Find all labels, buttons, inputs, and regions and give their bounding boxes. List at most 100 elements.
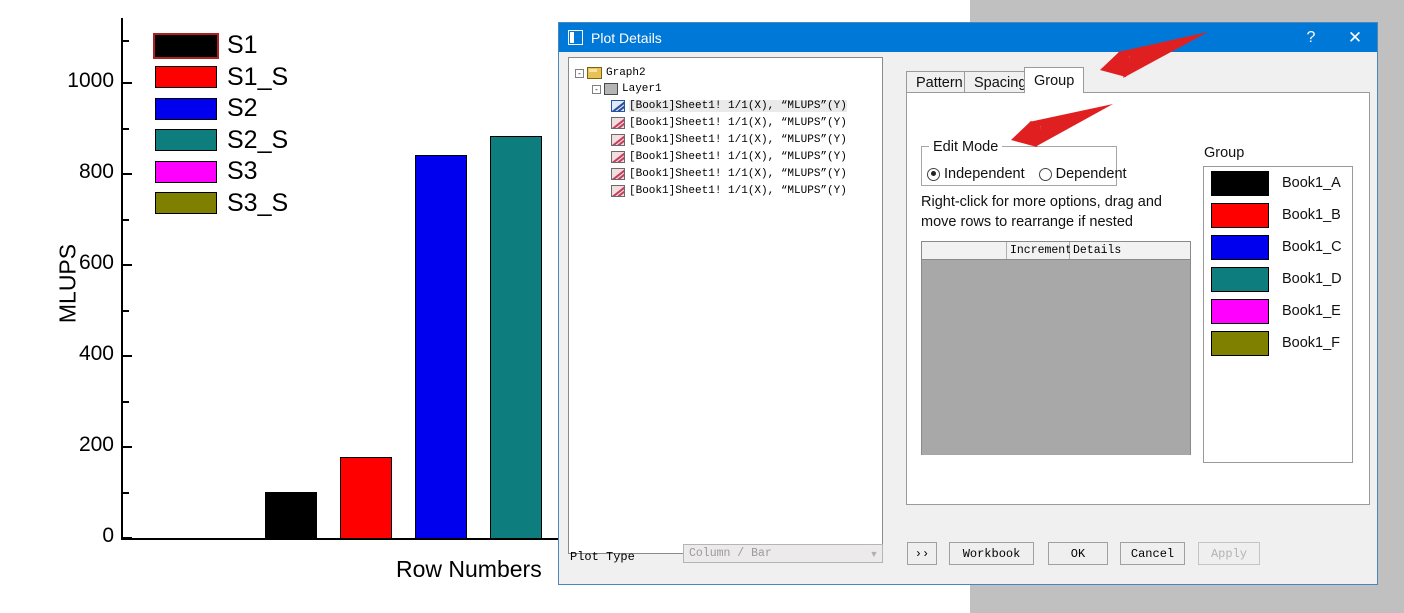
- close-icon[interactable]: ✕: [1333, 23, 1377, 52]
- increment-table-body[interactable]: [922, 260, 1190, 455]
- group-swatch-b[interactable]: [1211, 202, 1269, 228]
- group-swatch-a[interactable]: [1211, 170, 1269, 196]
- plot-icon[interactable]: [611, 117, 625, 129]
- chevron-down-icon: ▼: [869, 548, 879, 559]
- group-swatch-f[interactable]: [1211, 330, 1269, 356]
- tree-label-graph: Graph2: [606, 67, 646, 79]
- radio-dependent-label: Dependent: [1055, 166, 1127, 182]
- legend-swatch-s3[interactable]: [155, 160, 217, 183]
- y-label-800: 800: [78, 160, 114, 183]
- tree-label-plot: [Book1]Sheet1! 1/1(X), “MLUPS”(Y): [629, 151, 847, 163]
- group-swatch-c[interactable]: [1211, 234, 1269, 260]
- tree-node-plot[interactable]: [Book1]Sheet1! 1/1(X), “MLUPS”(Y): [575, 184, 882, 198]
- cancel-button[interactable]: Cancel: [1120, 542, 1185, 565]
- bar-s1[interactable]: [265, 492, 317, 539]
- legend-item[interactable]: S2_S: [155, 125, 288, 157]
- hint-line-1: Right-click for more options, drag and: [921, 194, 1162, 210]
- plot-type-value: Column / Bar: [689, 547, 772, 560]
- radio-dependent[interactable]: Dependent: [1038, 166, 1127, 182]
- apply-button: Apply: [1198, 542, 1260, 565]
- legend-item[interactable]: S1_S: [155, 62, 288, 94]
- tree-label-plot: [Book1]Sheet1! 1/1(X), “MLUPS”(Y): [629, 168, 847, 180]
- plot-icon[interactable]: [611, 134, 625, 146]
- bar-s2[interactable]: [415, 155, 467, 539]
- group-name-d: Book1_D: [1282, 271, 1342, 287]
- legend-item[interactable]: S3: [155, 156, 288, 188]
- tree-node-layer[interactable]: - Layer1: [575, 82, 882, 96]
- bar-s1-s[interactable]: [340, 457, 392, 539]
- ok-button[interactable]: OK: [1048, 542, 1108, 565]
- tree-label-layer: Layer1: [622, 83, 662, 95]
- plot-details-dialog[interactable]: Plot Details ? ✕ - Graph2 - Layer1 [Book…: [558, 22, 1378, 585]
- y-tick-minor-1100: [123, 40, 129, 42]
- group-swatch-e[interactable]: [1211, 298, 1269, 324]
- tree-node-plot[interactable]: [Book1]Sheet1! 1/1(X), “MLUPS”(Y): [575, 167, 882, 181]
- tree-label-plot: [Book1]Sheet1! 1/1(X), “MLUPS”(Y): [629, 134, 847, 146]
- y-axis-title: MLUPS: [54, 243, 81, 324]
- plot-icon[interactable]: [611, 100, 625, 112]
- legend-swatch-s1[interactable]: [153, 32, 219, 59]
- group-list-item[interactable]: Book1_C: [1204, 231, 1352, 263]
- tree-node-plot[interactable]: [Book1]Sheet1! 1/1(X), “MLUPS”(Y): [575, 116, 882, 130]
- expander-icon[interactable]: -: [575, 68, 584, 78]
- plot-tree-panel[interactable]: - Graph2 - Layer1 [Book1]Sheet1! 1/1(X),…: [568, 57, 883, 554]
- tab-group[interactable]: Group: [1024, 67, 1085, 93]
- layer-icon: [604, 83, 618, 95]
- group-list-item[interactable]: Book1_A: [1204, 167, 1352, 199]
- edit-mode-radio-group[interactable]: Independent Dependent: [927, 166, 1127, 182]
- legend-swatch-s2-s[interactable]: [155, 129, 217, 152]
- workbook-button[interactable]: Workbook: [949, 542, 1034, 565]
- legend-swatch-s3-s[interactable]: [155, 192, 217, 215]
- tree-node-graph[interactable]: - Graph2: [575, 66, 882, 80]
- y-tick-200: [123, 446, 132, 448]
- plot-icon[interactable]: [611, 185, 625, 197]
- dialog-title-bar[interactable]: Plot Details ? ✕: [559, 23, 1377, 52]
- radio-independent[interactable]: Independent: [927, 166, 1025, 182]
- y-tick-minor-100: [123, 492, 129, 494]
- increment-col-blank: [922, 242, 1007, 259]
- y-tick-800: [123, 173, 132, 175]
- legend-item[interactable]: S2: [155, 93, 288, 125]
- hint-line-2: move rows to rearrange if nested: [921, 213, 1133, 230]
- group-list-item[interactable]: Book1_B: [1204, 199, 1352, 231]
- y-tick-minor-900: [123, 128, 129, 130]
- plot-type-select[interactable]: Column / Bar ▼: [683, 544, 883, 563]
- legend-swatch-s1-s[interactable]: [155, 66, 217, 89]
- group-list-item[interactable]: Book1_D: [1204, 263, 1352, 295]
- y-tick-600: [123, 264, 132, 266]
- legend-swatch-s2[interactable]: [155, 97, 217, 120]
- tree-node-plot[interactable]: [Book1]Sheet1! 1/1(X), “MLUPS”(Y): [575, 150, 882, 164]
- radio-independent-label: Independent: [944, 166, 1025, 182]
- x-axis-title: Row Numbers: [396, 556, 542, 582]
- group-list-item[interactable]: Book1_E: [1204, 295, 1352, 327]
- increment-table-header: Increment Details: [922, 242, 1190, 260]
- increment-table[interactable]: Increment Details: [921, 241, 1191, 455]
- legend-item[interactable]: S3_S: [155, 188, 288, 220]
- group-color-list[interactable]: Book1_A Book1_B Book1_C Book1_D Book1_E …: [1203, 166, 1353, 463]
- group-tab-page: Edit Mode Independent Dependent Right-cl…: [906, 92, 1370, 505]
- tab-pattern[interactable]: Pattern: [906, 71, 973, 93]
- tab-strip[interactable]: Pattern Spacing Group: [906, 67, 1370, 93]
- group-name-a: Book1_A: [1282, 175, 1341, 191]
- y-axis-line: [121, 18, 123, 539]
- legend-label-s2: S2: [227, 94, 258, 123]
- bar-s2-s[interactable]: [490, 136, 542, 539]
- hint-text: Right-click for more options, drag and m…: [921, 193, 1191, 232]
- legend-label-s2-s: S2_S: [227, 125, 289, 154]
- group-list-item[interactable]: Book1_F: [1204, 327, 1352, 359]
- group-list-label: Group: [1204, 145, 1245, 161]
- y-label-1000: 1000: [67, 69, 114, 92]
- radio-icon: [927, 167, 940, 181]
- y-tick-1000: [123, 82, 132, 84]
- group-swatch-d[interactable]: [1211, 266, 1269, 292]
- plot-icon[interactable]: [611, 151, 625, 163]
- chart-legend[interactable]: S1 S1_S S2 S2_S S3 S3_S: [153, 30, 288, 220]
- expand-button[interactable]: ››: [907, 542, 937, 565]
- help-button[interactable]: ?: [1289, 23, 1333, 52]
- plot-icon[interactable]: [611, 168, 625, 180]
- tree-node-plot[interactable]: [Book1]Sheet1! 1/1(X), “MLUPS”(Y): [575, 133, 882, 147]
- tree-node-plot[interactable]: [Book1]Sheet1! 1/1(X), “MLUPS”(Y): [575, 99, 882, 113]
- expander-icon[interactable]: -: [592, 84, 601, 94]
- tree-label-plot: [Book1]Sheet1! 1/1(X), “MLUPS”(Y): [629, 117, 847, 129]
- legend-item[interactable]: S1: [153, 30, 288, 62]
